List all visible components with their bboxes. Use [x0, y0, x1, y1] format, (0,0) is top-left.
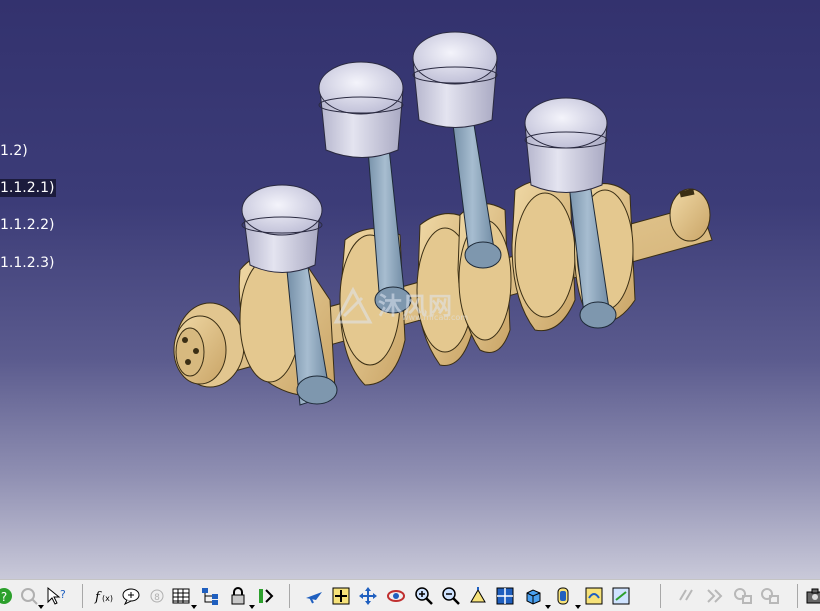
zoom-out-disabled-icon[interactable] — [19, 586, 39, 606]
spec-tree-icon[interactable] — [200, 586, 220, 606]
disabled-tool-3-icon[interactable] — [733, 586, 753, 606]
compass-icon[interactable] — [256, 586, 276, 606]
svg-text:?: ? — [1, 590, 7, 604]
swap-visible-icon[interactable] — [611, 586, 631, 606]
svg-text:8: 8 — [154, 593, 160, 603]
capture-icon[interactable] — [805, 586, 820, 606]
normal-view-icon[interactable] — [468, 586, 488, 606]
view-mode-icon[interactable] — [553, 586, 573, 606]
svg-text:?: ? — [60, 588, 65, 601]
parameter-disabled-icon[interactable]: 8 — [147, 586, 167, 606]
disabled-tool-1-icon[interactable] — [676, 586, 696, 606]
disabled-tool-2-icon[interactable] — [705, 586, 725, 606]
hide-show-icon[interactable] — [584, 586, 604, 606]
formula-icon[interactable]: f (x) — [94, 586, 114, 606]
table-icon[interactable] — [171, 586, 191, 606]
zoom-in-icon[interactable] — [414, 586, 434, 606]
fly-mode-icon[interactable] — [304, 586, 324, 606]
fit-all-icon[interactable] — [331, 586, 351, 606]
whats-this-icon[interactable]: ? — [45, 586, 65, 606]
pan-icon[interactable] — [358, 586, 378, 606]
watermark-subtext: www.mfcad.com — [402, 313, 469, 322]
disabled-tool-4-icon[interactable] — [760, 586, 780, 606]
svg-text:(x): (x) — [102, 594, 113, 603]
help-icon[interactable]: ? — [0, 586, 14, 606]
3d-viewport[interactable]: 1.2) 1.1.2.1) 1.1.2.2) 1.1.2.3) 沐风网 www.… — [0, 0, 820, 579]
rotate-icon[interactable] — [386, 586, 406, 606]
zoom-out-icon[interactable] — [441, 586, 461, 606]
knowledge-advisor-icon[interactable] — [121, 586, 141, 606]
watermark: 沐风网 www.mfcad.com — [330, 286, 495, 326]
lock-icon[interactable] — [228, 586, 248, 606]
svg-text:f: f — [94, 590, 102, 605]
watermark-logo-icon — [333, 286, 373, 324]
multi-view-icon[interactable] — [495, 586, 515, 606]
iso-view-icon[interactable] — [523, 586, 543, 606]
bottom-toolbar: ? ? f(x) 8 — [0, 579, 820, 611]
